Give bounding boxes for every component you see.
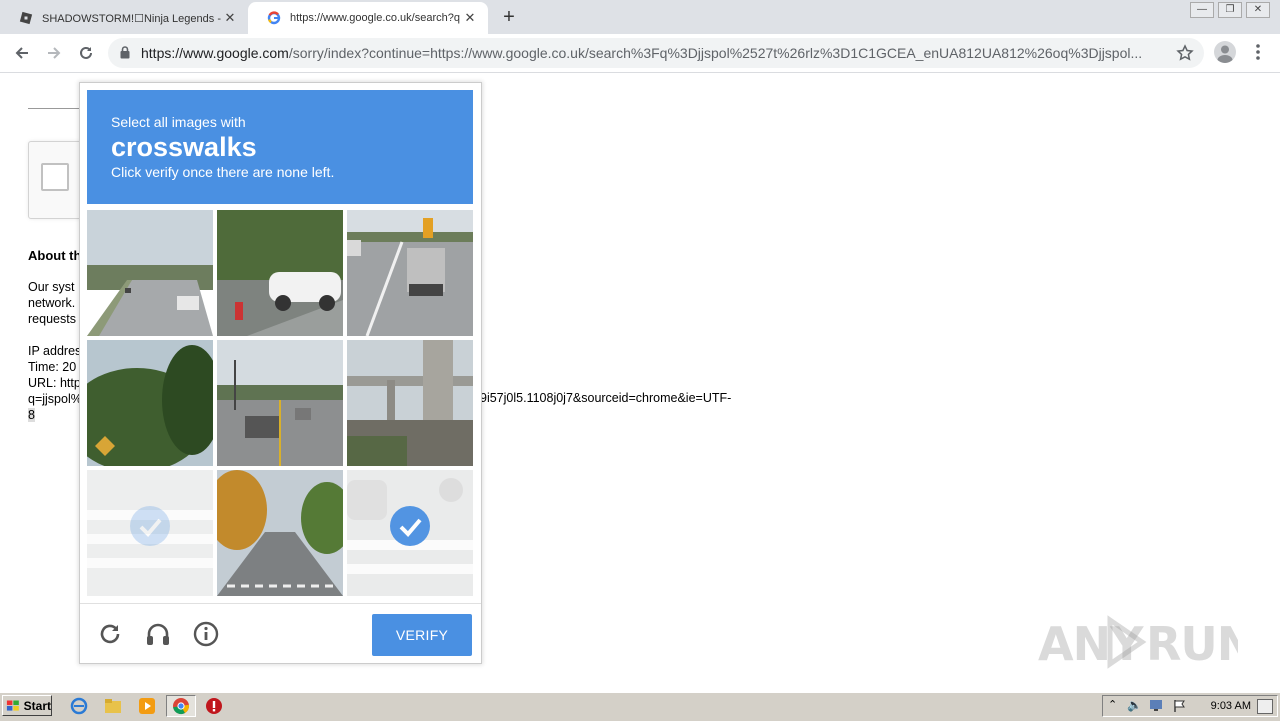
volume-icon[interactable]: 🔈 [1127,698,1142,712]
tab-close-icon[interactable]: ✕ [462,10,478,26]
show-desktop-icon[interactable] [1257,699,1273,714]
action-center-flag-icon[interactable] [1173,699,1187,716]
system-tray: ⌃ 🔈 9:03 AM [1102,695,1278,717]
recaptcha-checkbox[interactable] [41,163,69,191]
captcha-tile-selected[interactable] [87,470,213,596]
url-text: https://www.google.com/sorry/index?conti… [141,45,1143,61]
url-details-tail: 9i57j0l5.1108j0j7&sourceid=chrome&ie=UTF… [480,391,732,405]
captcha-tile[interactable] [217,210,343,336]
media-player-icon[interactable] [138,697,156,715]
google-icon [266,10,282,26]
svg-text:RUN: RUN [1146,617,1238,671]
account-avatar-icon[interactable] [1214,41,1236,63]
minimize-icon[interactable]: — [1190,2,1214,18]
browser-toolbar: https://www.google.com/sorry/index?conti… [0,34,1280,73]
antivirus-stop-icon[interactable] [205,697,223,715]
start-button[interactable]: Start [2,695,52,716]
challenge-header: Select all images with crosswalks Click … [87,90,473,204]
verify-button[interactable]: VERIFY [372,614,472,656]
captcha-tile[interactable] [87,210,213,336]
headphones-icon[interactable] [144,620,172,648]
instruction-text: Select all images with [111,114,246,130]
network-icon[interactable] [1149,699,1163,715]
request-details: IP addres Time: 20 URL: http q=jjspol% 8 [28,344,82,422]
windows-taskbar: Start ⌃ 🔈 9:03 AM [0,692,1280,721]
tab-title: SHADOWSTORM!☐Ninja Legends - F [42,12,222,25]
captcha-tile[interactable] [347,210,473,336]
windows-logo-icon [6,700,19,711]
about-heading: About th [28,248,82,263]
tab-strip: SHADOWSTORM!☐Ninja Legends - F ✕ https:/… [0,0,1280,34]
address-bar[interactable]: https://www.google.com/sorry/index?conti… [108,38,1204,68]
window-controls: — ❐ ✕ [1190,2,1270,18]
reload-icon[interactable] [74,41,98,65]
chrome-taskbar-button[interactable] [166,695,196,717]
bookmark-star-icon[interactable] [1176,44,1194,65]
new-tab-button[interactable]: + [498,6,520,28]
anyrun-watermark: ANY RUN [1038,612,1255,684]
captcha-tile[interactable] [217,340,343,466]
clock[interactable]: 9:03 AM [1211,700,1251,712]
selected-checkmark-icon [390,506,430,546]
internet-explorer-icon[interactable] [70,697,88,715]
forward-arrow-icon[interactable] [42,41,66,65]
recaptcha-challenge: Select all images with crosswalks Click … [79,82,482,664]
tab-close-icon[interactable]: ✕ [222,10,238,26]
back-arrow-icon[interactable] [10,41,34,65]
challenge-footer: VERIFY [80,603,481,664]
selected-checkmark-icon [130,506,170,546]
chrome-icon [173,698,190,715]
anyrun-logo: ANY RUN [1038,615,1255,671]
svg-text:ANY: ANY [1038,617,1144,671]
captcha-tile[interactable] [347,340,473,466]
explanation-text: Our syst network. requests [28,280,76,326]
roblox-icon [18,10,34,26]
lock-icon [120,46,130,62]
info-icon[interactable] [192,620,220,648]
tab-roblox[interactable]: SHADOWSTORM!☐Ninja Legends - F ✕ [0,2,248,34]
captcha-tile-selected[interactable] [347,470,473,596]
file-explorer-icon[interactable] [104,697,122,715]
captcha-tile[interactable] [217,470,343,596]
reload-challenge-icon[interactable] [96,620,124,648]
tab-title: https://www.google.co.uk/search?q [290,12,460,24]
chrome-menu-icon[interactable] [1250,40,1266,64]
instruction-subtext: Click verify once there are none left. [111,164,335,180]
tab-google-search[interactable]: https://www.google.co.uk/search?q ✕ [248,2,488,34]
show-hidden-icons-icon[interactable]: ⌃ [1108,698,1117,711]
restore-icon[interactable]: ❐ [1218,2,1242,18]
captcha-tile[interactable] [87,340,213,466]
close-window-icon[interactable]: ✕ [1246,2,1270,18]
challenge-keyword: crosswalks [111,132,257,162]
